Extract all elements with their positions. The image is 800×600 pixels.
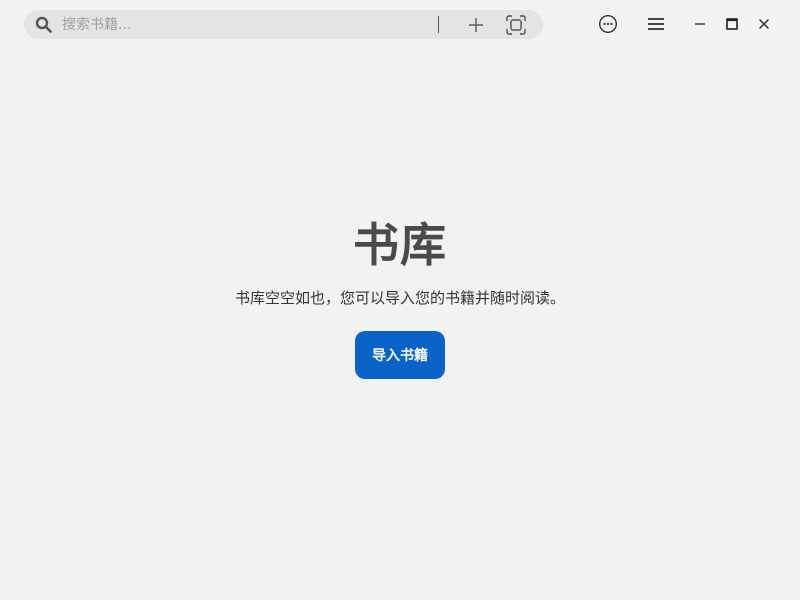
search-bar[interactable] [24, 10, 543, 39]
search-divider [438, 16, 439, 33]
more-button[interactable] [596, 12, 620, 36]
maximize-button[interactable] [720, 12, 744, 36]
empty-message: 书库空空如也，您可以导入您的书籍并随时阅读。 [234, 289, 565, 307]
more-circle-icon [598, 14, 618, 34]
search-icon [35, 16, 52, 33]
import-books-button[interactable]: 导入书籍 [355, 331, 445, 379]
title-bar [0, 0, 800, 48]
minimize-button[interactable] [688, 12, 712, 36]
menu-button[interactable] [644, 12, 668, 36]
library-empty-state: 书库 书库空空如也，您可以导入您的书籍并随时阅读。 导入书籍 [0, 210, 800, 379]
scan-icon [506, 15, 526, 35]
add-button[interactable] [464, 13, 488, 37]
minimize-icon [695, 23, 705, 25]
plus-icon [469, 18, 483, 32]
hamburger-menu-icon [648, 18, 664, 30]
scan-button[interactable] [504, 13, 528, 37]
app-window: 书库 书库空空如也，您可以导入您的书籍并随时阅读。 导入书籍 [0, 0, 800, 600]
maximize-icon [726, 18, 738, 30]
page-title: 书库 [353, 218, 447, 272]
search-input[interactable] [62, 10, 432, 39]
close-button[interactable] [752, 12, 776, 36]
close-icon [759, 19, 769, 29]
